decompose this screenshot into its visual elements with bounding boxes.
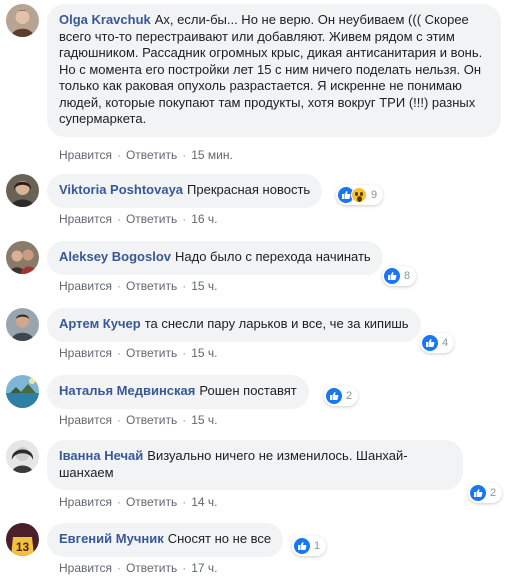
comment-time[interactable]: 17 ч. xyxy=(191,561,217,575)
comment-bubble: Olga Kravchuk Ах, если-бы... Но не верю. … xyxy=(47,4,501,137)
reply-link[interactable]: Ответить xyxy=(126,346,177,360)
reaction-summary[interactable]: 2 xyxy=(324,386,359,406)
comment-text: Рошен поставят xyxy=(199,383,297,398)
comment-bubble: Евгений Мучник Сносят но не все xyxy=(47,523,284,557)
comment-bubble: Наталья Медвинская Рошен поставят xyxy=(47,375,309,409)
reaction-count: 9 xyxy=(371,189,378,201)
svg-text:13: 13 xyxy=(16,540,30,554)
separator: · xyxy=(116,346,121,360)
reaction-count: 1 xyxy=(314,540,321,552)
comment-text: Сносят но не все xyxy=(167,531,272,546)
reaction-summary[interactable]: 4 xyxy=(420,333,455,353)
comment-actions: Нравится · Ответить · 15 ч. xyxy=(59,346,218,360)
like-link[interactable]: Нравится xyxy=(59,279,112,293)
reaction-summary[interactable]: 2 xyxy=(468,483,503,503)
comment-text: Ах, если-бы... Но не верю. Он неубиваем … xyxy=(59,12,483,126)
separator: · xyxy=(116,148,121,162)
separator: · xyxy=(182,148,187,162)
reaction-count: 4 xyxy=(442,337,449,349)
reply-link[interactable]: Ответить xyxy=(126,212,177,226)
comment: Aleksey Bogoslov Надо было с перехода нач… xyxy=(6,241,523,297)
comment-author[interactable]: Aleksey Bogoslov xyxy=(59,249,171,264)
like-link[interactable]: Нравится xyxy=(59,212,112,226)
comment-time[interactable]: 15 ч. xyxy=(191,413,217,427)
separator: · xyxy=(116,561,121,575)
comment-author[interactable]: Іванна Нечай xyxy=(59,448,143,463)
comment-author[interactable]: Артем Кучер xyxy=(59,316,141,331)
comment-author[interactable]: Евгений Мучник xyxy=(59,531,164,546)
comment-time[interactable]: 15 ч. xyxy=(191,346,217,360)
avatar[interactable] xyxy=(6,308,39,341)
comment-actions: Нравится · Ответить · 15 ч. xyxy=(59,279,218,293)
comment-bubble: Іванна Нечай Визуально ничего не изменило… xyxy=(47,440,463,490)
avatar[interactable] xyxy=(6,241,39,274)
comment-actions: Нравится · Ответить · 16 ч. xyxy=(59,212,218,226)
like-icon xyxy=(294,538,310,554)
comment-time[interactable]: 15 ч. xyxy=(191,279,217,293)
comment-bubble: Aleksey Bogoslov Надо было с перехода нач… xyxy=(47,241,383,275)
avatar[interactable] xyxy=(6,440,39,473)
like-link[interactable]: Нравится xyxy=(59,413,112,427)
like-icon xyxy=(384,268,400,284)
reply-link[interactable]: Ответить xyxy=(126,148,177,162)
avatar[interactable] xyxy=(6,174,39,207)
reaction-count: 2 xyxy=(490,487,497,499)
avatar[interactable] xyxy=(6,375,39,408)
comment-time[interactable]: 16 ч. xyxy=(191,212,217,226)
reply-link[interactable]: Ответить xyxy=(126,413,177,427)
comment: Іванна Нечай Визуально ничего не изменило… xyxy=(6,440,523,514)
separator: · xyxy=(182,495,187,509)
comment-author[interactable]: Наталья Медвинская xyxy=(59,383,195,398)
separator: · xyxy=(116,279,121,293)
comment-author[interactable]: Viktoria Poshtovaya xyxy=(59,182,183,197)
separator: · xyxy=(116,212,121,226)
separator: · xyxy=(116,495,121,509)
comment-actions: Нравится · Ответить · 17 ч. xyxy=(59,561,218,575)
comment-bubble: Viktoria Poshtovaya Прекрасная новость xyxy=(47,174,323,208)
separator: · xyxy=(182,279,187,293)
reaction-count: 8 xyxy=(404,270,411,282)
separator: · xyxy=(182,346,187,360)
comment-text: Прекрасная новость xyxy=(187,182,311,197)
comment-author[interactable]: Olga Kravchuk xyxy=(59,12,151,27)
separator: · xyxy=(182,561,187,575)
comment-text: та снесли пару ларьков и все, че за кипи… xyxy=(144,316,409,331)
separator: · xyxy=(116,413,121,427)
comment: Olga Kravchuk Ах, если-бы... Но не верю. … xyxy=(6,4,523,164)
reply-link[interactable]: Ответить xyxy=(126,561,177,575)
like-link[interactable]: Нравится xyxy=(59,148,112,162)
comment: Артем Кучер та снесли пару ларьков и все,… xyxy=(6,308,523,364)
separator: · xyxy=(182,212,187,226)
like-icon xyxy=(422,335,438,351)
comment: Viktoria Poshtovaya Прекрасная новость 9 … xyxy=(6,174,523,230)
like-link[interactable]: Нравится xyxy=(59,561,112,575)
reply-link[interactable]: Ответить xyxy=(126,279,177,293)
avatar[interactable]: 13 xyxy=(6,523,39,556)
reaction-count: 2 xyxy=(346,390,353,402)
separator: · xyxy=(182,413,187,427)
reply-link[interactable]: Ответить xyxy=(126,495,177,509)
comment-time[interactable]: 15 мин. xyxy=(191,148,233,162)
reaction-summary[interactable]: 1 xyxy=(292,536,327,556)
avatar[interactable] xyxy=(6,4,39,37)
comment-actions: Нравится · Ответить · 15 мин. xyxy=(59,148,233,162)
comment-time[interactable]: 14 ч. xyxy=(191,495,217,509)
comment-list: Olga Kravchuk Ах, если-бы... Но не верю. … xyxy=(0,0,529,580)
wow-icon xyxy=(351,187,367,203)
reaction-summary[interactable]: 9 xyxy=(336,185,384,205)
comment: 13 Евгений Мучник Сносят но не все 1 Нрав… xyxy=(6,523,523,579)
like-link[interactable]: Нравится xyxy=(59,495,112,509)
like-icon xyxy=(326,388,342,404)
comment-bubble: Артем Кучер та снесли пару ларьков и все,… xyxy=(47,308,421,342)
comment-text: Надо было с перехода начинать xyxy=(175,249,371,264)
like-link[interactable]: Нравится xyxy=(59,346,112,360)
like-icon xyxy=(470,485,486,501)
comment: Наталья Медвинская Рошен поставят 2 Нрави… xyxy=(6,375,523,431)
comment-actions: Нравится · Ответить · 14 ч. xyxy=(59,495,218,509)
comment-actions: Нравится · Ответить · 15 ч. xyxy=(59,413,218,427)
reaction-summary[interactable]: 8 xyxy=(382,266,417,286)
